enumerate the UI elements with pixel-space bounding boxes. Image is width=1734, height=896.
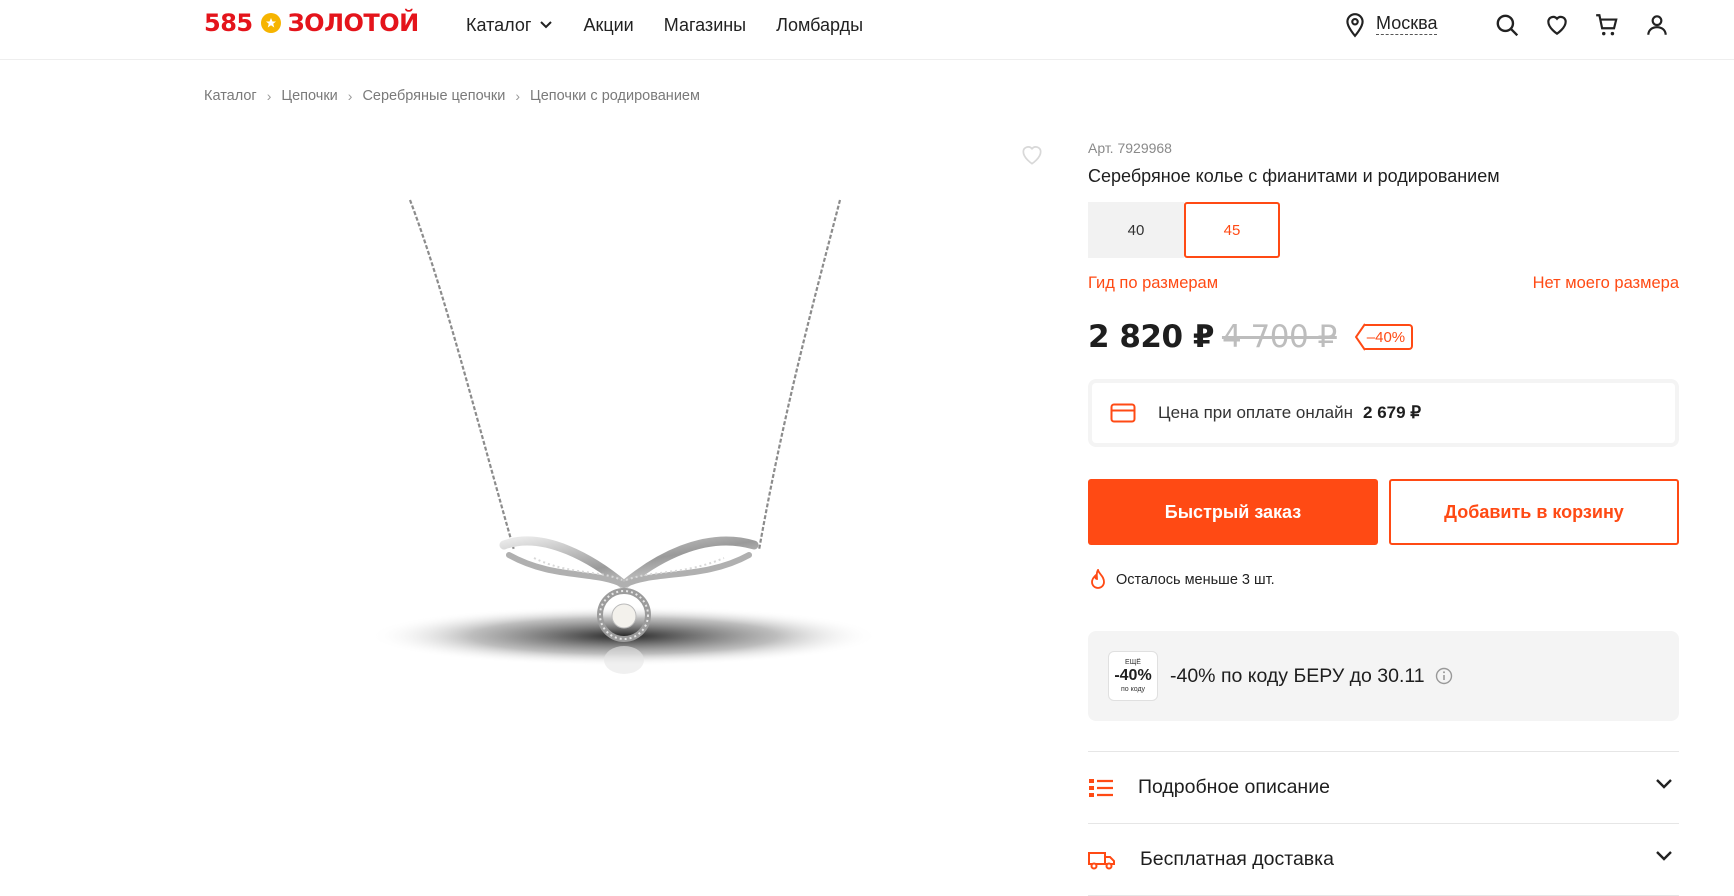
stock-info: Осталось меньше 3 шт. [1088,569,1679,591]
nav-catalog-label: Каталог [466,14,532,35]
accordion-description[interactable]: Подробное описание [1088,752,1679,824]
chevron-down-icon [1656,779,1672,789]
accordion-delivery-label: Бесплатная доставка [1140,848,1334,870]
online-price-value: 2 679 ₽ [1363,403,1422,422]
stock-label: Осталось меньше 3 шт. [1116,572,1275,588]
nav-pawnshops[interactable]: Ломбарды [776,12,863,38]
discount-badge: –40% [1354,323,1414,351]
article-number: Арт. 7929968 [1088,140,1172,156]
tag-notch-icon [1354,323,1365,351]
size-option-40[interactable]: 40 [1088,202,1184,258]
city-selector[interactable]: Москва [1376,12,1438,35]
nav-promotions[interactable]: Акции [583,12,633,38]
breadcrumb-rhodium-chains[interactable]: Цепочки с родированием [530,88,700,104]
size-option-45[interactable]: 45 [1184,202,1280,258]
size-selector: 40 45 [1088,202,1679,258]
logo-number: 585 [204,9,253,37]
old-price: 4 700 ₽ [1221,319,1337,355]
breadcrumb-chains[interactable]: Цепочки [281,88,337,104]
promo-badge-bottom: по коду [1120,686,1146,693]
breadcrumb: Каталог › Цепочки › Серебряные цепочки ›… [204,88,700,104]
chevron-down-icon [540,21,553,29]
list-icon [1089,778,1113,797]
site-header: 585 ЗОЛОТОЙ Каталог Акции Магазины Ломба… [0,0,1734,60]
promo-text: -40% по коду БЕРУ до 30.11 [1170,664,1425,687]
product-image[interactable] [204,130,1054,730]
credit-card-icon [1110,403,1136,423]
online-price-label: Цена при оплате онлайн [1158,403,1354,422]
product-info: Арт. 7929968 Серебряное колье с фианитам… [1088,140,1679,896]
action-buttons: Быстрый заказ Добавить в корзину [1088,479,1679,545]
promo-badge-top: ЕЩЁ [1125,659,1141,666]
breadcrumb-silver-chains[interactable]: Серебряные цепочки [362,88,505,104]
info-icon[interactable] [1435,667,1453,685]
main-nav: Каталог Акции Магазины Ломбарды [466,12,893,38]
promo-badge: ЕЩЁ -40% по коду [1108,651,1158,701]
location-pin-icon[interactable] [1342,12,1368,38]
nav-stores[interactable]: Магазины [664,12,746,38]
truck-icon [1088,851,1115,869]
price-row: 2 820 ₽ 4 700 ₽ –40% [1088,317,1679,357]
favorite-heart-icon[interactable] [1018,142,1046,168]
add-to-cart-button[interactable]: Добавить в корзину [1389,479,1679,545]
size-guide-link[interactable]: Гид по размерам [1088,274,1218,293]
breadcrumb-catalog[interactable]: Каталог [204,88,257,104]
product-title: Серебряное колье с фианитами и родирован… [1088,166,1500,186]
breadcrumb-separator-icon: › [515,88,521,104]
necklace-image [369,199,879,674]
nav-catalog[interactable]: Каталог [466,12,553,38]
user-icon[interactable] [1644,12,1670,38]
fire-icon [1091,569,1105,589]
size-links: Гид по размерам Нет моего размера [1088,274,1679,293]
breadcrumb-separator-icon: › [266,88,272,104]
online-price-box: Цена при оплате онлайн 2 679 ₽ [1088,379,1679,447]
chevron-down-icon [1656,851,1672,861]
nav-promotions-label: Акции [583,14,634,35]
header-actions: Москва [1334,10,1734,40]
quick-order-button[interactable]: Быстрый заказ [1088,479,1378,545]
search-icon[interactable] [1494,12,1520,38]
promo-badge-value: -40% [1114,667,1152,684]
discount-value: –40% [1364,324,1414,350]
no-size-link[interactable]: Нет моего размера [1533,274,1679,293]
accordion-delivery[interactable]: Бесплатная доставка [1088,824,1679,896]
nav-stores-label: Магазины [663,14,747,35]
promo-banner: ЕЩЁ -40% по коду -40% по коду БЕРУ до 30… [1088,631,1679,721]
current-price: 2 820 ₽ [1088,319,1214,355]
product-accordion: Подробное описание Бесплатная доставка [1088,751,1679,896]
accordion-description-label: Подробное описание [1138,776,1330,798]
nav-pawnshops-label: Ломбарды [776,14,864,35]
logo[interactable]: 585 ЗОЛОТОЙ [204,8,419,38]
logo-text: ЗОЛОТОЙ [287,9,420,37]
cart-icon[interactable] [1594,12,1620,38]
breadcrumb-separator-icon: › [347,88,353,104]
heart-icon[interactable] [1544,12,1570,38]
logo-star-icon [260,13,281,33]
